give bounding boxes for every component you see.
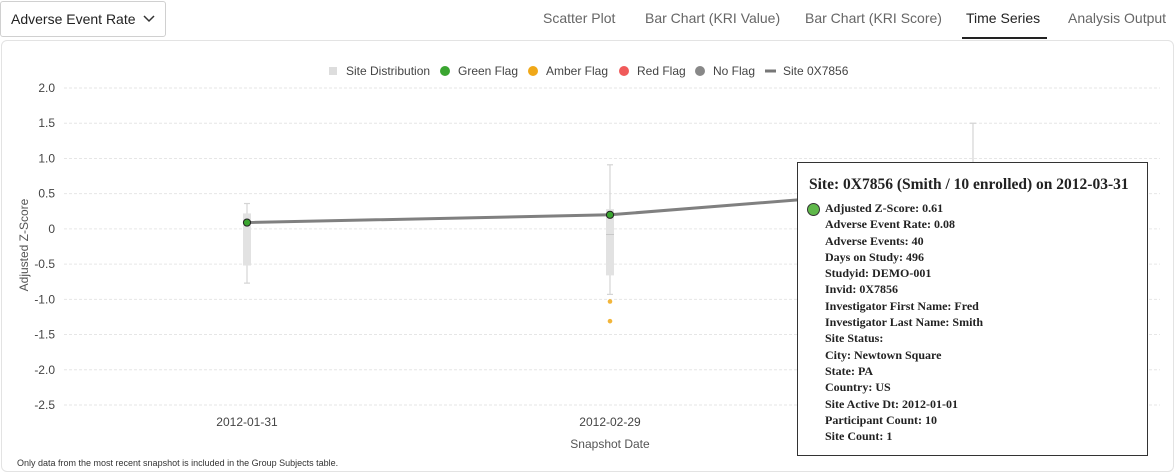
y-tick-label: 1.5	[38, 116, 55, 130]
legend-dot-no-flag	[695, 66, 705, 76]
legend-label: No Flag	[713, 64, 755, 78]
y-tick-label: -2.5	[34, 398, 55, 412]
y-tick-label: 0.5	[38, 187, 55, 201]
legend-dot-red-flag	[619, 66, 629, 76]
legend-swatch-site-distribution	[329, 67, 337, 75]
tooltip-line: Investigator Last Name: Smith	[825, 315, 984, 330]
y-tick-label: 0	[48, 222, 55, 236]
legend-label: Amber Flag	[546, 64, 608, 78]
y-axis-ticks: 2.0 1.5 1.0 0.5 0 -0.5 -1.0 -1.5 -2.0 -2.5	[34, 81, 55, 412]
y-tick-label: -2.0	[34, 363, 55, 377]
legend-label: Red Flag	[637, 64, 686, 78]
chart-legend: Site Distribution Green Flag Amber Flag Red…	[329, 64, 849, 78]
tooltip-title: Site: 0X7856 (Smith / 10 enrolled) on 20…	[809, 176, 1129, 193]
series-point	[605, 210, 615, 219]
outlier-point	[607, 299, 613, 304]
tooltip-line: Participant Count: 10	[825, 412, 937, 427]
x-axis-label: Snapshot Date	[570, 437, 650, 451]
y-axis-label: Adjusted Z-Score	[17, 198, 31, 291]
tooltip-line: Adjusted Z-Score: 0.61	[825, 201, 944, 215]
tooltip-line: Adverse Events: 40	[825, 233, 924, 248]
series-point	[242, 218, 252, 227]
tooltip-line: City: Newtown Square	[825, 347, 942, 362]
tooltip-line: Adverse Event Rate: 0.08	[825, 217, 955, 232]
tooltip-line: Days on Study: 496	[825, 249, 925, 264]
x-tick-label: 2012-02-29	[579, 415, 641, 429]
tooltip-line: Site Count: 1	[825, 429, 893, 444]
green-flag-icon	[807, 203, 820, 216]
legend-label: Green Flag	[458, 64, 518, 78]
tooltip-line: Studyid: DEMO-001	[825, 266, 932, 281]
tooltip-line: Investigator First Name: Fred	[825, 298, 979, 313]
tooltip-line: State: PA	[825, 363, 874, 378]
site-tooltip: Site: 0X7856 (Smith / 10 enrolled) on 20…	[797, 162, 1148, 456]
y-tick-label: -0.5	[34, 257, 55, 271]
legend-dot-green-flag	[440, 66, 450, 76]
legend-label: Site Distribution	[346, 64, 430, 78]
tooltip-line: Site Status:	[825, 331, 884, 346]
outlier-point	[607, 318, 613, 324]
tooltip-details: Adjusted Z-Score: 0.61 Adverse Event Rat…	[825, 200, 983, 444]
tooltip-line: Country: US	[825, 380, 891, 395]
x-tick-label: 2012-01-31	[216, 415, 278, 429]
y-tick-label: 1.0	[38, 151, 55, 165]
y-tick-label: -1.0	[34, 292, 55, 306]
legend-label: Site 0X7856	[783, 64, 849, 78]
box-iqr	[606, 209, 614, 276]
footnote: Only data from the most recent snapshot …	[17, 458, 339, 468]
legend-dot-amber-flag	[528, 66, 538, 76]
tooltip-line: Site Active Dt: 2012-01-01	[825, 396, 958, 411]
y-tick-label: 2.0	[38, 81, 55, 95]
y-tick-label: -1.5	[34, 328, 55, 342]
tooltip-line: Invid: 0X7856	[825, 282, 899, 297]
